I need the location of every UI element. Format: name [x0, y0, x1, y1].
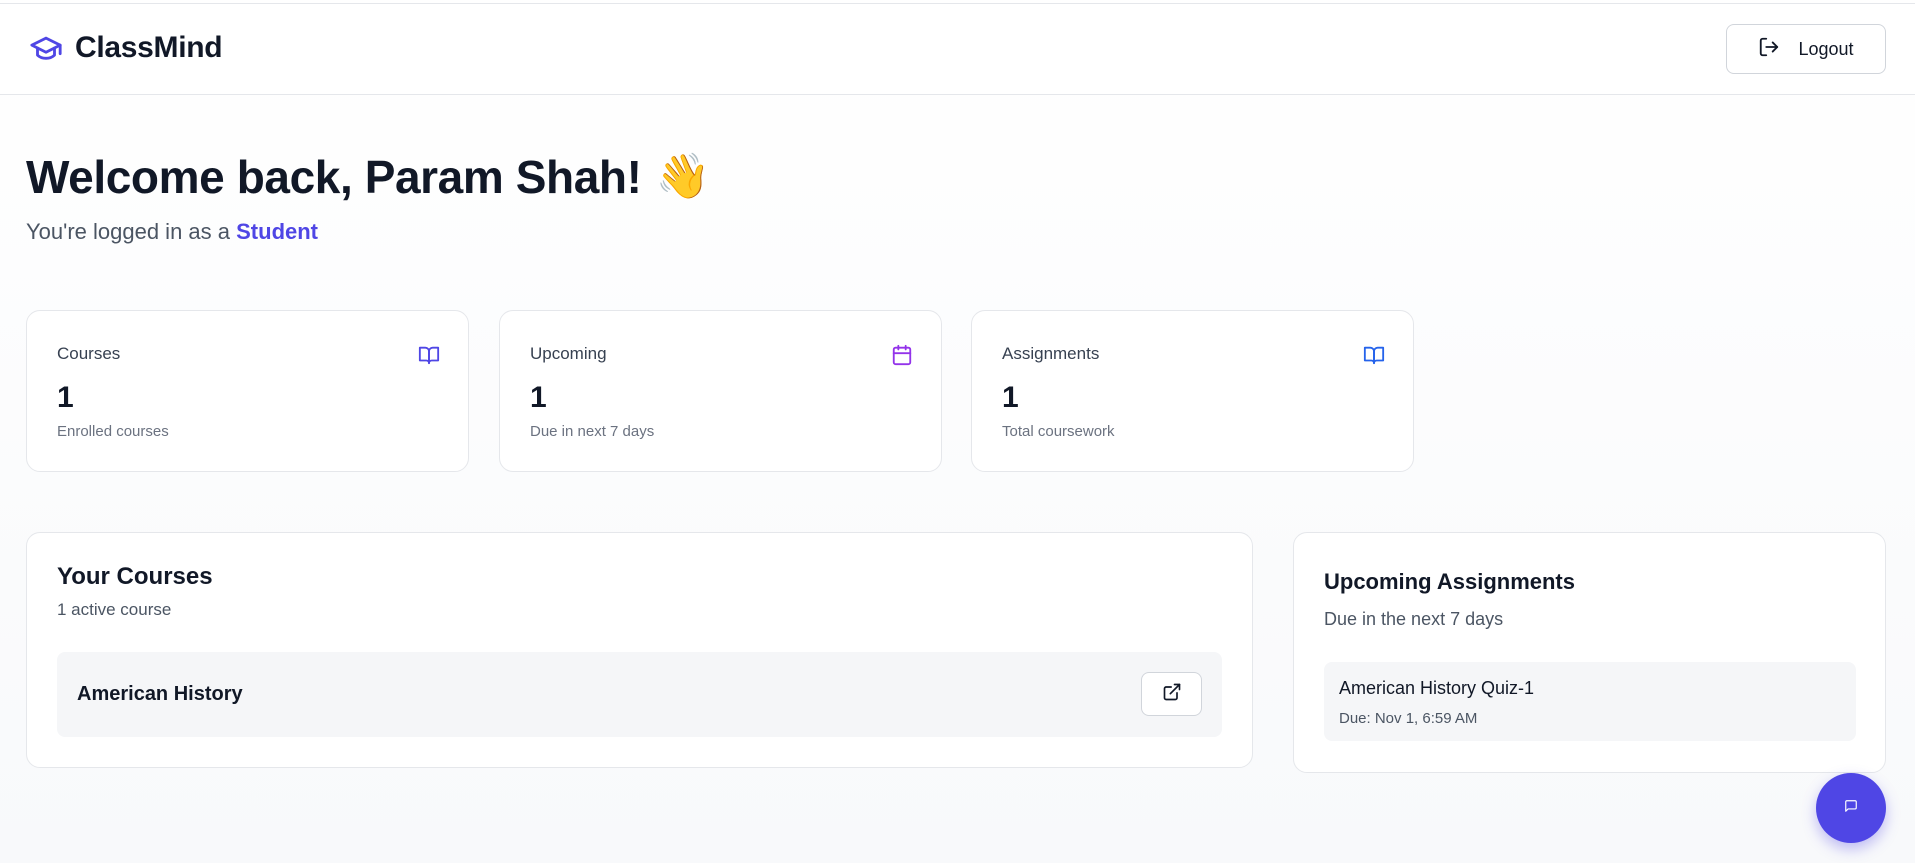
waving-hand-emoji: 👋	[655, 152, 711, 201]
assignments-subtitle: Due in the next 7 days	[1324, 609, 1504, 629]
assignment-due: Due: Nov 1, 6:59 AM	[1339, 710, 1478, 727]
logout-icon	[1758, 36, 1780, 63]
stat-value: 1	[57, 381, 74, 414]
stat-title: Courses	[57, 344, 121, 363]
role-subtitle: You're logged in as a Student	[26, 219, 318, 245]
course-name: American History	[77, 683, 243, 705]
welcome-heading: Welcome back, Param Shah!	[26, 151, 642, 203]
stat-card-assignments: Assignments 1 Total coursework	[971, 310, 1414, 472]
top-navbar: ClassMind Logout	[0, 4, 1915, 95]
assignment-name: American History Quiz-1	[1339, 678, 1535, 698]
graduation-cap-icon	[27, 31, 65, 65]
chat-button[interactable]	[1816, 773, 1886, 843]
stat-value: 1	[1002, 381, 1019, 414]
assignments-panel: Upcoming Assignments Due in the next 7 d…	[1293, 532, 1886, 773]
stat-value: 1	[530, 381, 547, 414]
assignment-item[interactable]: American History Quiz-1 Due: Nov 1, 6:59…	[1324, 662, 1856, 741]
open-course-button[interactable]	[1141, 672, 1202, 716]
stat-title: Assignments	[1002, 344, 1100, 363]
role-prefix: You're logged in as a	[26, 219, 230, 244]
book-open-icon	[1363, 344, 1385, 366]
stat-title: Upcoming	[530, 344, 607, 363]
stat-card-courses: Courses 1 Enrolled courses	[26, 310, 469, 472]
book-open-icon	[418, 344, 440, 366]
stat-caption: Due in next 7 days	[530, 423, 655, 440]
stat-caption: Total coursework	[1002, 423, 1115, 440]
assignments-title: Upcoming Assignments	[1324, 569, 1575, 594]
stat-card-upcoming: Upcoming 1 Due in next 7 days	[499, 310, 942, 472]
course-item[interactable]: American History	[57, 652, 1222, 737]
calendar-icon	[891, 344, 913, 366]
welcome-heading-row: Welcome back, Param Shah! 👋	[26, 150, 710, 204]
external-link-icon	[1162, 682, 1182, 707]
logout-label: Logout	[1798, 38, 1854, 59]
logout-button[interactable]: Logout	[1726, 24, 1886, 74]
app-name: ClassMind	[75, 31, 223, 64]
chat-icon	[1844, 799, 1858, 818]
courses-panel: Your Courses 1 active course American Hi…	[26, 532, 1253, 768]
stat-caption: Enrolled courses	[57, 423, 169, 440]
brand[interactable]: ClassMind	[27, 31, 223, 65]
courses-subtitle: 1 active course	[57, 600, 172, 619]
courses-title: Your Courses	[57, 563, 213, 590]
role-value: Student	[236, 219, 319, 244]
